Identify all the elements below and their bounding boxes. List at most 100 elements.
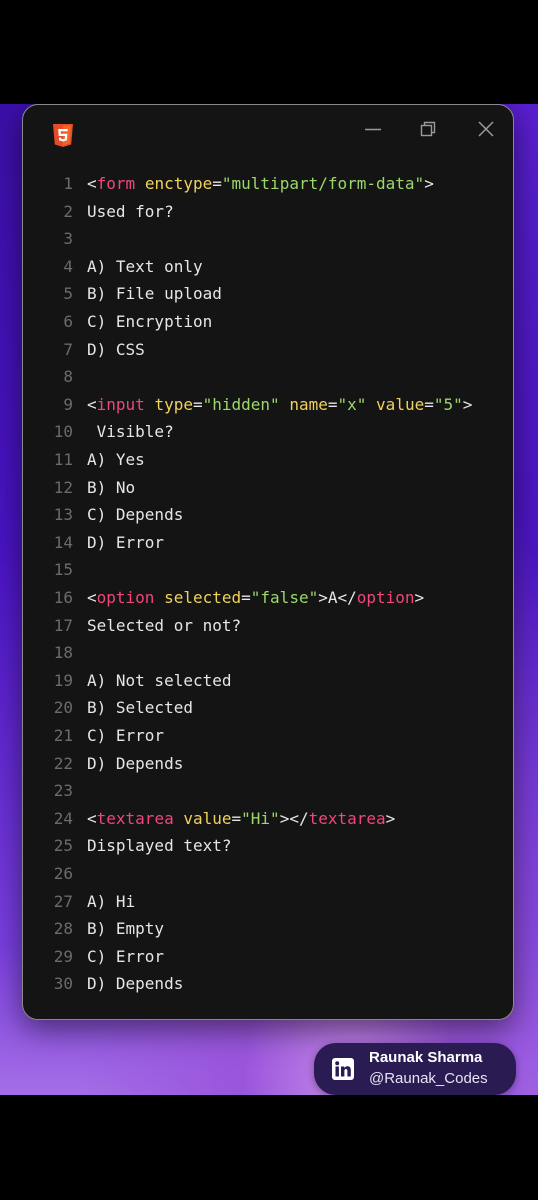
- code-token: A) Text only: [87, 256, 203, 276]
- linkedin-icon: [332, 1058, 354, 1080]
- line-number: 25: [53, 836, 73, 856]
- code-token: =: [192, 394, 203, 414]
- line-text: <input type="hidden" name="x" value="5">: [87, 391, 472, 418]
- code-token: "Hi": [241, 808, 280, 828]
- code-token: >: [424, 174, 434, 193]
- line-text: B) File upload: [87, 280, 222, 307]
- code-token: C) Error: [87, 946, 165, 966]
- line-text: A) Not selected: [87, 667, 232, 694]
- line-text: D) Depends: [87, 750, 183, 777]
- line-number: 5: [63, 284, 73, 304]
- line-number: 17: [53, 615, 73, 635]
- code-token: type: [154, 394, 193, 414]
- line-number: 3: [63, 229, 73, 249]
- code-token: B) Empty: [87, 919, 165, 939]
- line-text: D) Error: [87, 529, 164, 556]
- line-number: 18: [53, 643, 73, 663]
- line-number: 22: [53, 753, 73, 773]
- line-number: 30: [53, 974, 73, 994]
- code-token: <: [87, 394, 97, 414]
- line-text: Used for?: [87, 198, 174, 225]
- line-number: 8: [63, 367, 73, 387]
- code-token: >: [462, 394, 473, 414]
- code-token: =: [231, 808, 242, 828]
- code-token: B) Selected: [87, 698, 193, 718]
- code-token: "hidden": [202, 394, 280, 414]
- code-token: selected: [164, 588, 242, 607]
- code-token: =: [241, 588, 251, 607]
- top-black-bar: [0, 0, 538, 104]
- line-number: 27: [53, 891, 73, 911]
- line-text: <option selected="false">A</option>: [87, 584, 424, 611]
- line-number: 2: [63, 201, 73, 221]
- line-number: 9: [63, 394, 73, 414]
- author-badge[interactable]: Raunak Sharma @Raunak_Codes: [314, 1043, 516, 1095]
- code-token: Used for?: [87, 201, 174, 221]
- line-number: 29: [53, 946, 73, 966]
- line-number: 7: [63, 339, 73, 359]
- code-token: A) Yes: [87, 450, 145, 469]
- line-text: D) CSS: [87, 336, 145, 363]
- code-token: A) Hi: [87, 891, 136, 911]
- code-token: B) No: [87, 477, 136, 497]
- close-icon[interactable]: [474, 117, 498, 141]
- code-token: "multipart/form-data": [221, 174, 425, 193]
- code-token: form: [96, 174, 136, 193]
- code-token: "false": [250, 588, 319, 607]
- line-text: A) Yes: [87, 446, 145, 473]
- code-token: value: [376, 394, 425, 414]
- line-number: 1: [63, 174, 73, 193]
- line-number: 20: [53, 698, 73, 718]
- line-text: C) Depends: [87, 501, 183, 528]
- code-token: <: [87, 808, 97, 828]
- line-number: 14: [53, 532, 73, 552]
- line-text: C) Error: [87, 943, 164, 970]
- code-token: >: [385, 808, 396, 828]
- author-handle: @Raunak_Codes: [369, 1070, 488, 1087]
- code-token: enctype: [144, 174, 213, 193]
- code-token: A) Not selected: [87, 670, 232, 690]
- code-token: textarea: [308, 808, 386, 828]
- code-token: Selected or not?: [87, 615, 242, 635]
- code-token: <: [87, 174, 97, 193]
- line-number: 28: [53, 919, 73, 939]
- line-number: 24: [53, 808, 73, 828]
- line-number: 16: [53, 588, 73, 607]
- line-text: Displayed text?: [87, 832, 232, 859]
- code-token: >A</: [318, 588, 357, 607]
- line-text: Visible?: [87, 418, 174, 445]
- line-text: <form enctype="multipart/form-data">: [87, 170, 434, 197]
- code-token: =: [212, 174, 222, 193]
- restore-icon[interactable]: [416, 117, 440, 141]
- code-token: option: [356, 588, 415, 607]
- code-token: D) Depends: [87, 974, 184, 994]
- line-number: 10: [53, 422, 73, 442]
- line-text: C) Encryption: [87, 308, 212, 335]
- code-token: D) Error: [87, 532, 165, 552]
- line-text: A) Hi: [87, 888, 135, 915]
- html5-icon: [52, 124, 74, 149]
- line-text: C) Error: [87, 722, 164, 749]
- line-number: 11: [53, 450, 73, 469]
- author-name: Raunak Sharma: [369, 1049, 483, 1066]
- code-token: <: [87, 588, 97, 607]
- minimize-icon[interactable]: [361, 117, 385, 141]
- line-number: 19: [53, 670, 73, 690]
- line-number: 26: [53, 864, 73, 883]
- line-number: 21: [53, 726, 73, 745]
- code-token: Displayed text?: [87, 836, 232, 856]
- line-text: B) No: [87, 474, 135, 501]
- code-token: ></: [279, 808, 309, 828]
- code-editor-window: 1 <form enctype="multipart/form-data"> 2 Us…: [22, 104, 514, 1020]
- line-text: D) Depends: [87, 970, 183, 997]
- line-number: 13: [53, 505, 73, 525]
- code-token: input: [96, 394, 145, 414]
- code-token: value: [183, 808, 232, 828]
- line-number: 23: [53, 781, 73, 801]
- code-token: >: [414, 588, 425, 607]
- line-text: Selected or not?: [87, 612, 241, 639]
